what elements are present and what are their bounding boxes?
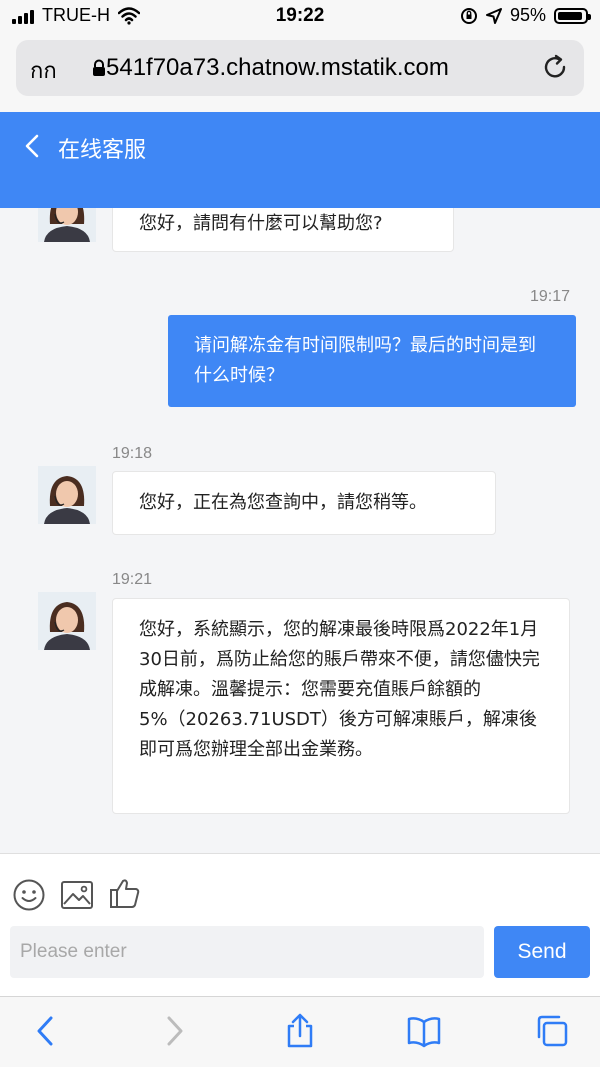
agent-avatar (38, 592, 96, 650)
reader-mode-button[interactable]: กก (30, 53, 57, 88)
message-input[interactable] (10, 926, 484, 978)
agent-avatar-icon (38, 466, 96, 524)
orientation-lock-icon (460, 7, 477, 24)
share-icon[interactable] (282, 1013, 318, 1049)
status-right: 95% (460, 5, 591, 26)
agent-avatar (38, 466, 96, 524)
tabs-icon[interactable] (534, 1013, 570, 1049)
status-bar: TRUE-H 19:22 95% (0, 0, 600, 34)
forward-arrow-icon[interactable] (156, 1013, 192, 1049)
bookmarks-icon[interactable] (406, 1013, 442, 1049)
reload-icon[interactable] (542, 54, 570, 82)
lock-icon (93, 59, 105, 76)
thumbs-up-icon[interactable] (108, 876, 142, 910)
message-timestamp: 19:21 (112, 571, 153, 588)
back-chevron-icon[interactable] (22, 132, 44, 160)
message-timestamp: 19:17 (530, 288, 571, 305)
page-title: 在线客服 (58, 138, 147, 163)
chat-message-list[interactable]: 您好，請問有什麼可以幫助您? 19:17 请问解冻金有时间限制吗？最后的时间是到… (0, 208, 600, 853)
message-timestamp: 19:18 (112, 445, 153, 462)
back-arrow-icon[interactable] (28, 1013, 64, 1049)
agent-avatar-icon (38, 208, 96, 242)
browser-url-area: กก 541f70a73.chatnow.mstatik.com (0, 34, 600, 112)
smiley-icon[interactable] (12, 878, 46, 912)
address-bar[interactable]: กก 541f70a73.chatnow.mstatik.com (16, 40, 584, 96)
message-bubble-outgoing: 请问解冻金有时间限制吗？最后的时间是到什么时候？ (168, 315, 576, 407)
image-icon[interactable] (60, 880, 94, 910)
location-icon (485, 7, 502, 24)
message-bubble-incoming: 您好，正在為您查詢中，請您稍等。 (112, 471, 496, 535)
url-text[interactable]: 541f70a73.chatnow.mstatik.com (106, 54, 504, 82)
message-bubble-incoming: 您好，系統顯示，您的解凍最後時限爲2022年1月30日前，爲防止給您的賬戶帶來不… (112, 598, 570, 814)
message-bubble-incoming: 您好，請問有什麼可以幫助您? (112, 208, 454, 252)
battery-percent: 95% (509, 5, 546, 25)
browser-toolbar (0, 996, 600, 1067)
agent-avatar (38, 208, 96, 242)
message-composer: Send (0, 854, 600, 996)
battery-icon (554, 7, 591, 24)
agent-avatar-icon (38, 592, 96, 650)
send-button[interactable]: Send (494, 926, 590, 978)
chat-header: 在线客服 (0, 112, 600, 208)
